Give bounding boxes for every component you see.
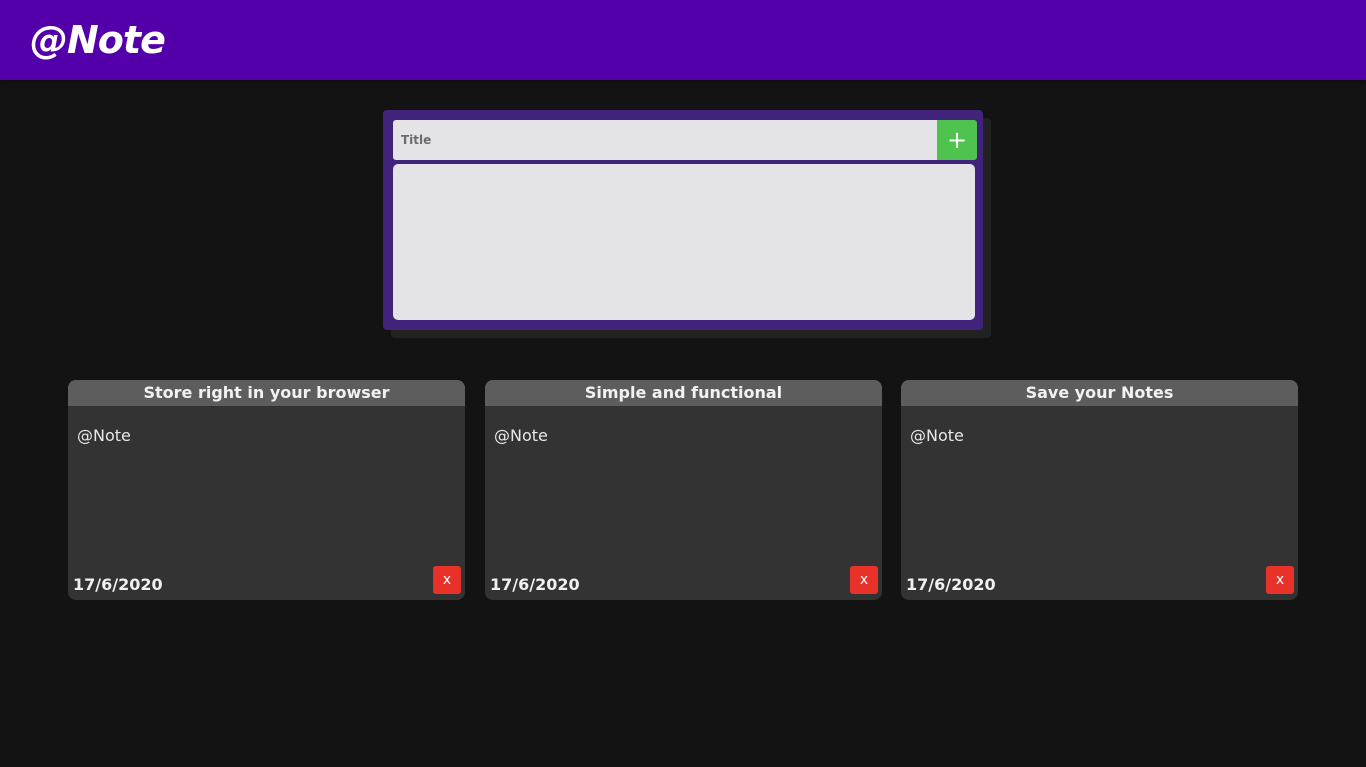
- note-text: @Note: [77, 426, 131, 445]
- top-bar: @Note: [0, 0, 1366, 80]
- delete-note-button[interactable]: x: [1266, 566, 1294, 594]
- note-date: 17/6/2020: [73, 575, 163, 594]
- note-editor: +: [383, 110, 983, 330]
- note-date: 17/6/2020: [490, 575, 580, 594]
- note-title: Simple and functional: [485, 380, 882, 406]
- note-card: Simple and functional @Note 17/6/2020 x: [485, 380, 882, 600]
- note-text: @Note: [910, 426, 964, 445]
- app-logo: @Note: [30, 18, 166, 62]
- note-text: @Note: [494, 426, 548, 445]
- delete-note-button[interactable]: x: [433, 566, 461, 594]
- title-input[interactable]: [393, 120, 938, 160]
- add-note-button[interactable]: +: [937, 120, 977, 160]
- note-card: Save your Notes @Note 17/6/2020 x: [901, 380, 1298, 600]
- plus-icon: +: [946, 126, 968, 154]
- delete-note-button[interactable]: x: [850, 566, 878, 594]
- note-title: Store right in your browser: [68, 380, 465, 406]
- note-title: Save your Notes: [901, 380, 1298, 406]
- note-date: 17/6/2020: [906, 575, 996, 594]
- note-body-input[interactable]: [393, 164, 975, 320]
- note-card: Store right in your browser @Note 17/6/2…: [68, 380, 465, 600]
